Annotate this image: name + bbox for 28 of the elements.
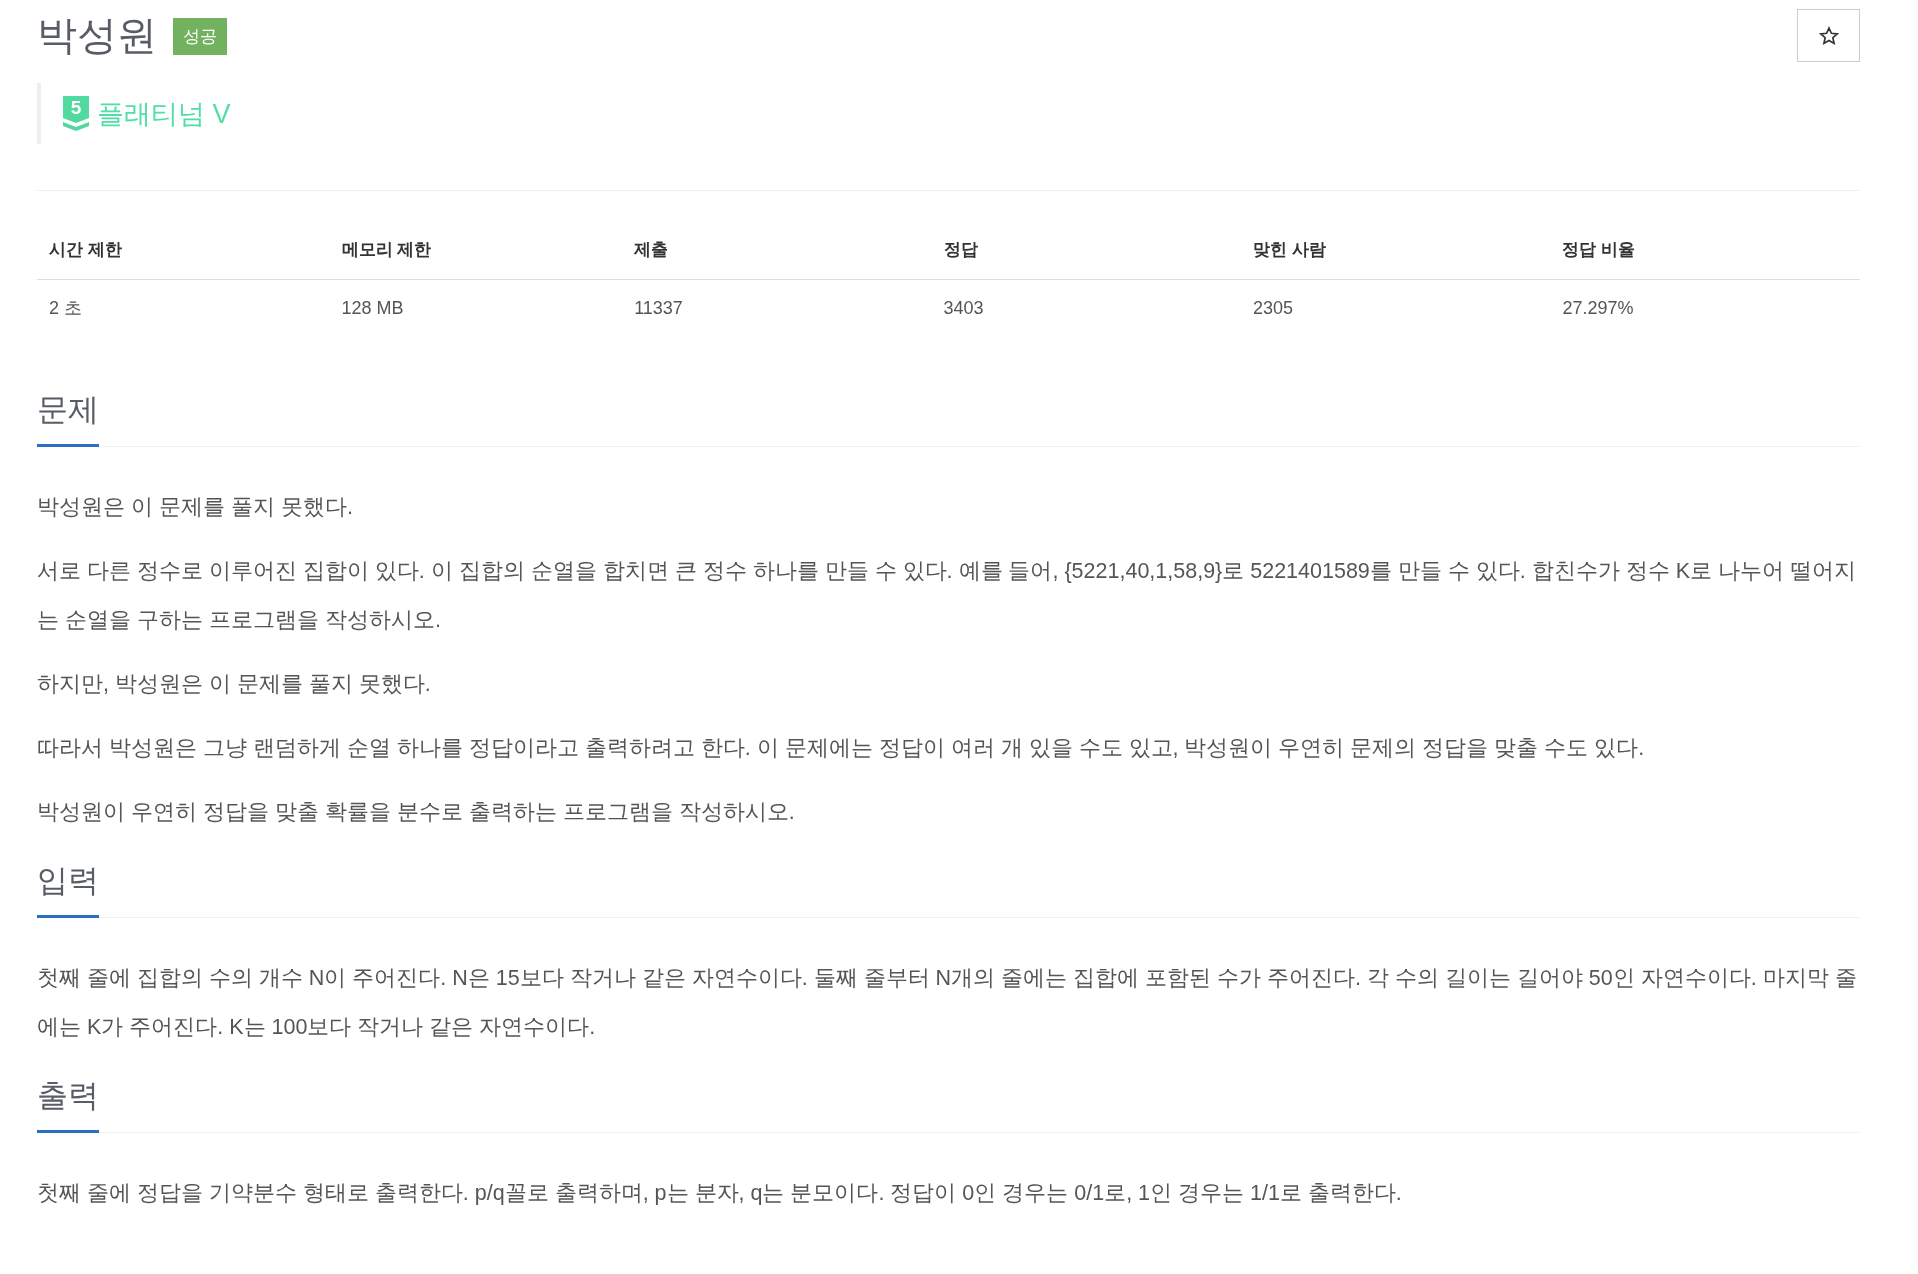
tier-name[interactable]: 플래티넘 V [97, 96, 231, 131]
result-badge: 성공 [173, 18, 227, 55]
table-cell: 2 초 [37, 279, 330, 336]
paragraph: 따라서 박성원은 그냥 랜덤하게 순열 하나를 정답이라고 출력하려고 한다. 이 문제에는 정답이 여러 개 있을 수도 있고, 박성원이 우연히 문제의 정답을 맞출 수도 있다. [37, 735, 1646, 762]
section-heading: 입력 [37, 861, 99, 918]
paragraph: 서로 다른 정수로 이루어진 집합이 있다. 이 집합의 순열을 합치면 큰 정수 하나를 만들 수 있다. 예를 들어, {5221,40,1,58,9}로 5221401589를 만들 수 있다. 합친수가 정수 K로 나누어 떨어지는 순열을 구하는 프로그램을 작성하시오. [37, 558, 1857, 634]
table-header-cell: 제출 [622, 221, 932, 280]
star-icon [1818, 25, 1839, 46]
paragraph: 박성원은 이 문제를 풀지 못했다. [37, 494, 354, 521]
table-cell: 11337 [622, 279, 932, 336]
table-cell: 3403 [931, 279, 1242, 336]
table-header-cell: 시간 제한 [37, 221, 330, 280]
paragraph: 첫째 줄에 정답을 기약분수 형태로 출력한다. p/q꼴로 출력하며, p는 분자, q는 분모이다. 정답이 0인 경우는 0/1로, 1인 경우는 1/1로 출력한다. [37, 1180, 1403, 1207]
star-button[interactable] [1797, 9, 1860, 62]
table-cell: 2305 [1241, 279, 1551, 336]
table-cell: 128 MB [329, 279, 623, 336]
paragraph: 첫째 줄에 집합의 수의 개수 N이 주어진다. N은 15보다 작거나 같은 자연수이다. 둘째 줄부터 N개의 줄에는 집합에 포함된 수가 주어진다. 각 수의 길이는 길어야 50인 자연수이다. 마지막 줄에는 K가 주어진다. K는 100보다 작거나 같은 자연수이다. [37, 965, 1858, 1041]
table-header-cell: 정답 비율 [1550, 221, 1860, 280]
section-heading: 문제 [37, 390, 99, 447]
table-cell: 27.297% [1550, 279, 1860, 336]
section-heading: 출력 [37, 1076, 99, 1133]
table-header-cell: 메모리 제한 [329, 221, 623, 280]
tier-badge: 5 [63, 96, 89, 131]
problem-title: 박성원 [37, 12, 157, 59]
table-header-cell: 정답 [931, 221, 1242, 280]
table-header-cell: 맞힌 사람 [1241, 221, 1551, 280]
paragraph: 박성원이 우연히 정답을 맞출 확률을 분수로 출력하는 프로그램을 작성하시오. [37, 799, 796, 826]
paragraph: 하지만, 박성원은 이 문제를 풀지 못했다. [37, 671, 432, 698]
